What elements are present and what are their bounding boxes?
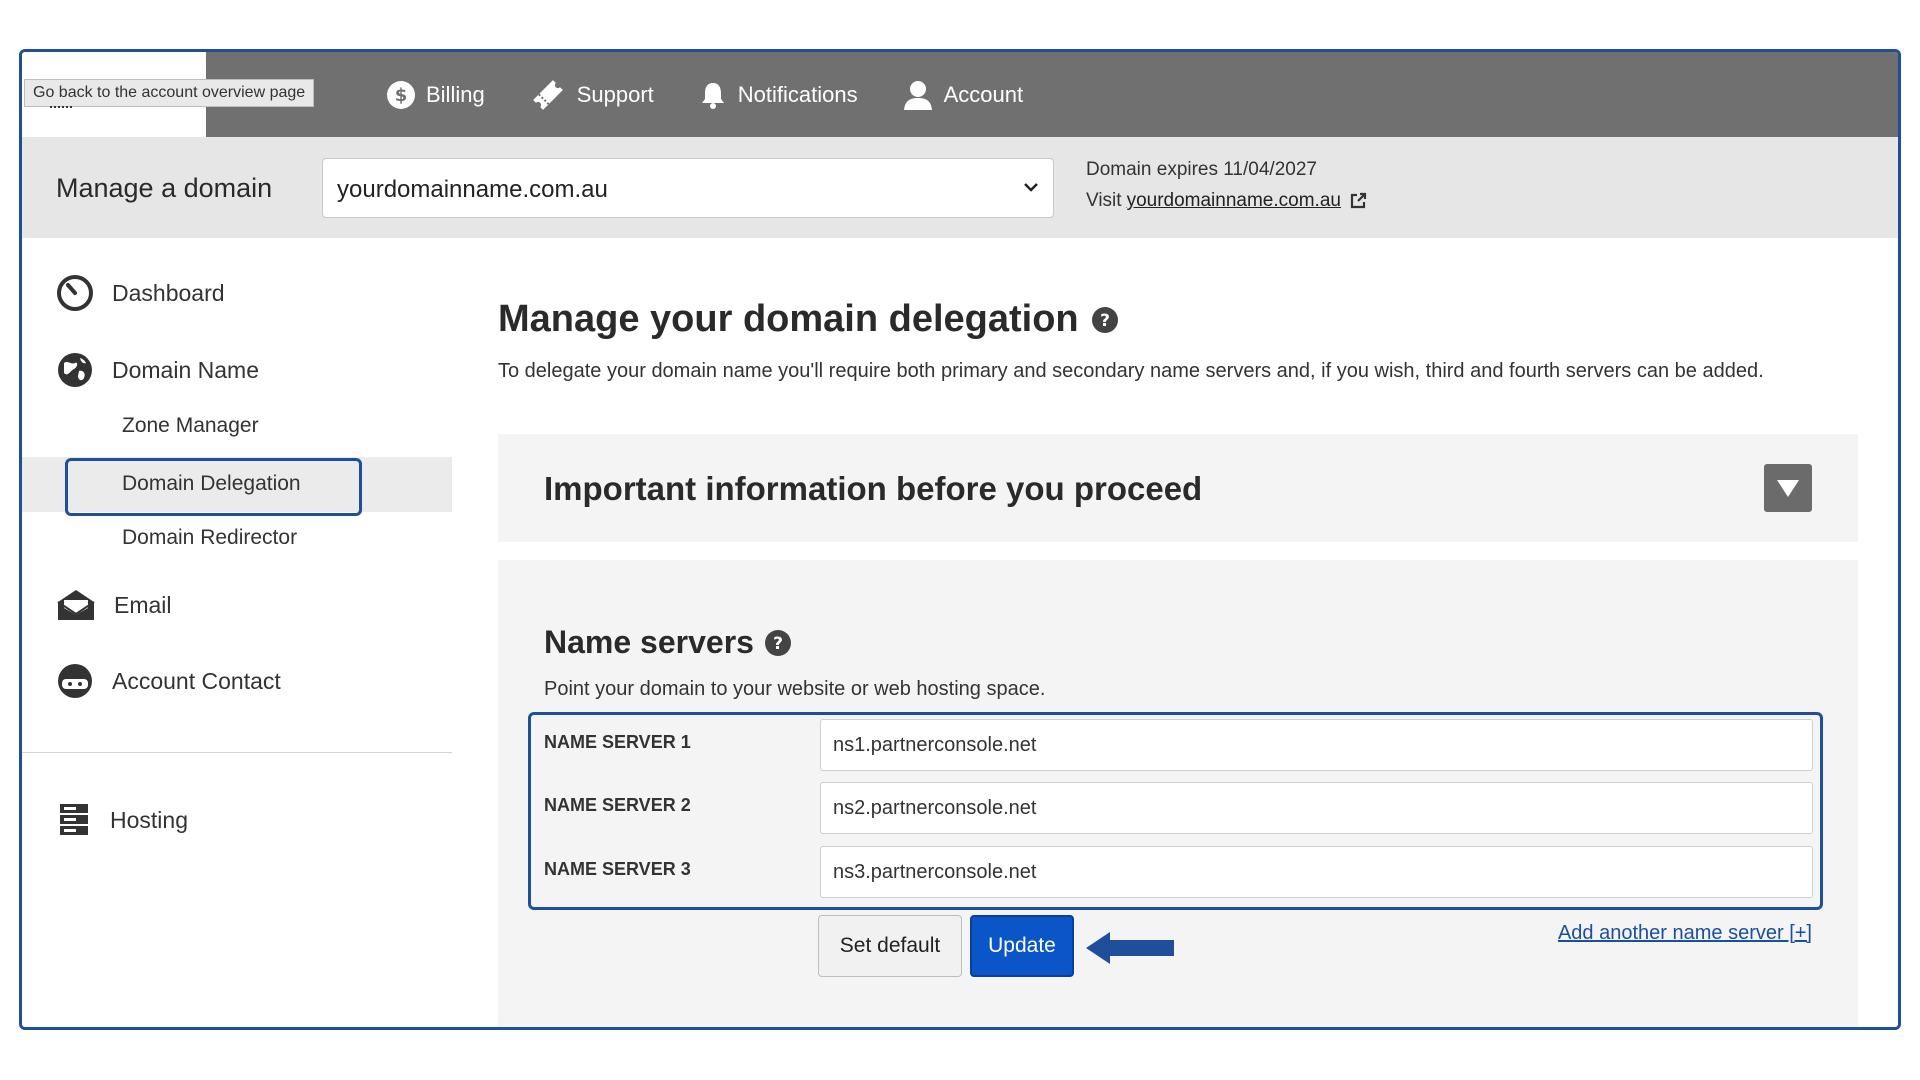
sidebar-item-dashboard[interactable]: Dashboard [56,274,225,312]
nav-account-label: Account [943,81,1024,107]
sidebar-item-label: Account Contact [112,667,281,694]
nav-notifications[interactable]: Notifications [698,80,858,110]
bell-icon [701,82,724,109]
sidebar-item-account-contact[interactable]: Account Contact [56,662,281,700]
help-icon[interactable]: ? [1091,306,1119,334]
important-info-panel[interactable]: Important information before you proceed [498,434,1858,542]
name-servers-title: Name servers ? [544,624,792,661]
top-navigation-bar: Go back to the account overview page $ B… [22,52,1898,137]
set-default-button[interactable]: Set default [818,915,962,977]
triangle-down-icon [1777,480,1799,497]
svg-text:$: $ [395,85,408,106]
external-link-icon[interactable] [1349,192,1367,210]
chevron-down-icon [1024,183,1038,192]
sidebar-item-label: Email [114,591,172,618]
sidebar-item-domain-name[interactable]: Domain Name [56,351,259,389]
arrow-left-icon [1086,932,1174,964]
nav-billing-label: Billing [426,81,485,107]
globe-icon [58,353,92,387]
help-icon[interactable]: ? [764,629,792,657]
ticket-icon [532,79,563,110]
sidebar-divider [22,752,452,753]
name-server-3-input[interactable]: ns3.partnerconsole.net [820,846,1813,898]
update-button[interactable]: Update [970,915,1074,977]
page-description: To delegate your domain name you'll requ… [498,360,1764,382]
add-name-server-link[interactable]: Add another name server [+] [1558,922,1812,945]
important-info-title: Important information before you proceed [544,470,1203,507]
domain-select-value: yourdomainname.com.au [337,176,608,203]
server-icon [60,804,88,835]
name-servers-subtitle: Point your domain to your website or web… [544,678,1046,700]
sidebar-item-email[interactable]: Email [56,588,172,622]
sidebar-subitem-zone-manager[interactable]: Zone Manager [122,414,259,438]
sidebar-subitem-domain-redirector[interactable]: Domain Redirector [122,526,297,550]
name-server-1-input[interactable]: ns1.partnerconsole.net [820,719,1813,771]
main-content: Manage your domain delegation ? To deleg… [452,238,1898,1027]
name-server-label: NAME SERVER 2 [544,795,691,815]
name-servers-fields-box: NAME SERVER 1 ns1.partnerconsole.net NAM… [528,712,1823,910]
name-server-label: NAME SERVER 1 [544,732,691,752]
domain-expiry: Domain expires 11/04/2027 [1086,159,1317,180]
name-servers-panel: Name servers ? Point your domain to your… [498,560,1858,1027]
domain-select[interactable]: yourdomainname.com.au [322,158,1054,218]
name-server-label: NAME SERVER 3 [544,859,691,879]
tooltip-underline [50,106,72,109]
back-tooltip: Go back to the account overview page [24,79,315,107]
sidebar-item-label: Hosting [110,806,188,833]
svg-text:?: ? [1100,311,1110,331]
app-frame: Go back to the account overview page $ B… [19,49,1901,1030]
name-server-2-input[interactable]: ns2.partnerconsole.net [820,782,1813,834]
page-title-text: Manage your domain delegation [498,298,1079,340]
sidebar-item-label: Domain Name [112,356,259,383]
user-icon [903,80,932,110]
name-server-row: NAME SERVER 3 ns3.partnerconsole.net [531,844,1820,898]
svg-text:?: ? [773,634,783,654]
name-server-row: NAME SERVER 1 ns1.partnerconsole.net [531,717,1820,771]
sidebar: Dashboard Domain Name Zone Manager Domai… [22,238,452,1027]
sidebar-item-hosting[interactable]: Hosting [56,802,188,838]
nav-account[interactable]: Account [902,79,1024,111]
contact-icon [58,664,92,698]
expand-toggle-button[interactable] [1764,464,1812,512]
nav-support-label: Support [576,81,654,107]
nav-notifications-label: Notifications [737,81,858,107]
visit-prefix: Visit [1086,190,1122,211]
dollar-circle-icon: $ [387,80,415,109]
page-title: Manage your domain delegation ? [498,298,1119,341]
visit-domain-link[interactable]: yourdomainname.com.au [1127,190,1341,212]
active-highlight-outline [65,458,362,516]
nav-support[interactable]: Support [529,76,654,114]
dashboard-icon [57,275,93,311]
visit-line: Visit yourdomainname.com.au [1086,190,1367,212]
envelope-icon [57,590,95,620]
sidebar-item-label: Dashboard [112,279,225,306]
nav-billing[interactable]: $ Billing [386,80,485,110]
top-nav: $ Billing Support Notifications Account [386,52,1067,137]
name-server-row: NAME SERVER 2 ns2.partnerconsole.net [531,780,1820,834]
name-servers-title-text: Name servers [544,624,754,660]
manage-domain-label: Manage a domain [56,173,273,203]
domain-bar: Manage a domain yourdomainname.com.au Do… [22,137,1898,238]
